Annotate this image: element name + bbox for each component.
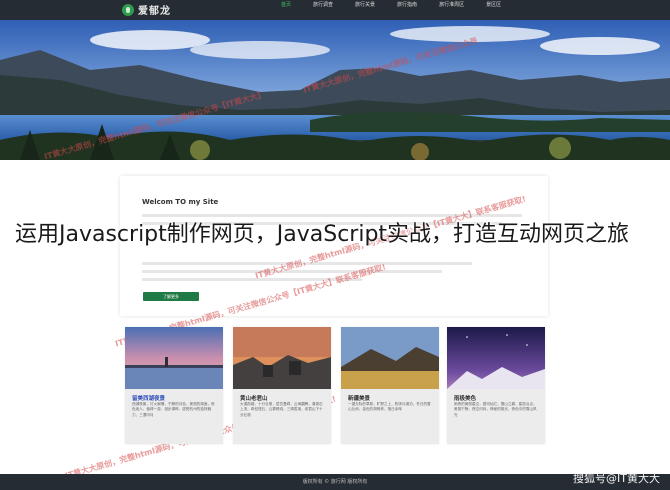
feature-desc: 雨夜的美丽星空，银河灿烂，雪山之巅，星辰点点，美丽宁静，夜空闪烁，神秘的极光，夜… <box>454 402 537 417</box>
nav-item-guide[interactable]: 旅行指南 <box>386 0 428 20</box>
feature-body: 黄山老君山 大漠孤烟，十分壮丽，层峦叠嶂，云海翻腾，清泉石上流，奇松怪石，云雾缭… <box>233 389 331 444</box>
main-nav: 首页 旅行调查 旅行关景 旅行指南 旅行准周区 景区区 <box>270 0 512 20</box>
feature-title: 雨极美色 <box>454 396 477 402</box>
nav-item-scenic[interactable]: 景区区 <box>475 0 512 20</box>
feature-card[interactable]: 黄山老君山 大漠孤烟，十分壮丽，层峦叠嶂，云海翻腾，清泉石上流，奇松怪石，云雾缭… <box>233 327 331 444</box>
nav-item-home[interactable]: 首页 <box>270 0 302 20</box>
feature-title: 黄山老君山 <box>240 396 268 402</box>
nav-item-area[interactable]: 旅行准周区 <box>428 0 475 20</box>
feature-body: 留美西湖夜景 西湖夜景，灯火阑珊，宁静的月色，美丽的湖面，夜色迷人，值得一游，漫… <box>125 389 223 444</box>
learn-more-button[interactable]: 了解更多 <box>143 292 199 301</box>
intro-title: Welcom TO my Site <box>142 198 219 206</box>
site-footer: 版权所有 © 旅行网 版权所有 搜狐号@IT黄大大 <box>0 472 670 490</box>
article-headline: 运用Javascript制作网页，JavaScript实战，打造互动网页之旅 <box>15 222 630 247</box>
feature-body: 雨极美色 雨夜的美丽星空，银河灿烂，雪山之巅，星辰点点，美丽宁静，夜空闪烁，神秘… <box>447 389 545 444</box>
feature-desc: 大漠孤烟，十分壮丽，层峦叠嶂，云海翻腾，清泉石上流，奇松怪石，云雾缭绕，三清胜境… <box>240 402 323 417</box>
feature-title: 留美西湖夜景 <box>132 396 166 402</box>
logo-text: 爱郁龙 <box>138 6 171 17</box>
feature-image-xinjiang <box>341 327 439 389</box>
feature-card[interactable]: 新疆美景 一望无际的草原，旷野之上，牧场与湖泊，冬日的雪山壮阔，金色的胡杨林，落… <box>341 327 439 444</box>
feature-image-westlake <box>125 327 223 389</box>
feature-title: 新疆美景 <box>348 396 371 402</box>
feature-card[interactable]: 留美西湖夜景 西湖夜景，灯火阑珊，宁静的月色，美丽的湖面，夜色迷人，值得一游，漫… <box>125 327 223 444</box>
feature-body: 新疆美景 一望无际的草原，旷野之上，牧场与湖泊，冬日的雪山壮阔，金色的胡杨林，落… <box>341 389 439 444</box>
feature-desc: 一望无际的草原，旷野之上，牧场与湖泊，冬日的雪山壮阔，金色的胡杨林，落日余晖 <box>348 402 431 412</box>
site-logo[interactable]: 爱郁龙 <box>122 2 171 17</box>
nav-item-scenery[interactable]: 旅行关景 <box>344 0 386 20</box>
top-navbar: 爱郁龙 首页 旅行调查 旅行关景 旅行指南 旅行准周区 景区区 <box>0 0 670 20</box>
feature-card[interactable]: 雨极美色 雨夜的美丽星空，银河灿烂，雪山之巅，星辰点点，美丽宁静，夜空闪烁，神秘… <box>447 327 545 444</box>
feature-image-old-town <box>233 327 331 389</box>
feature-desc: 西湖夜景，灯火阑珊，宁静的月色，美丽的湖面，夜色迷人，值得一游，漫步湖畔，感受杭… <box>132 402 215 417</box>
logo-tree-icon <box>122 3 134 16</box>
nav-item-survey[interactable]: 旅行调查 <box>302 0 344 20</box>
footer-copyright: 版权所有 © 旅行网 版权所有 <box>302 479 368 485</box>
sohu-watermark: 搜狐号@IT黄大大 <box>573 472 660 485</box>
feature-image-night-sky <box>447 327 545 389</box>
